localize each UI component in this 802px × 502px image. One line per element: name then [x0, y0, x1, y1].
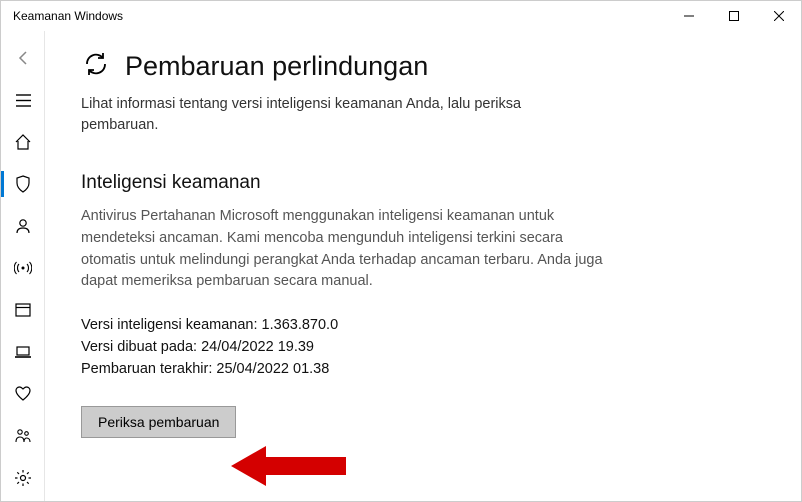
check-updates-button[interactable]: Periksa pembaruan [81, 406, 236, 438]
app-window-icon [14, 301, 32, 319]
sidebar-item-device-health[interactable] [1, 373, 45, 415]
page-title: Pembaruan perlindungan [125, 51, 428, 82]
window-controls [666, 1, 801, 31]
minimize-button[interactable] [666, 1, 711, 31]
back-button[interactable] [1, 37, 45, 79]
sidebar-item-app-browser[interactable] [1, 289, 45, 331]
family-icon [14, 427, 32, 445]
version-info: Versi inteligensi keamanan: 1.363.870.0 … [81, 315, 765, 380]
section-title: Inteligensi keamanan [81, 172, 765, 194]
main-content: Pembaruan perlindungan Lihat informasi t… [45, 31, 801, 501]
window-title: Keamanan Windows [13, 9, 123, 23]
minimize-icon [684, 11, 694, 21]
heart-icon [14, 385, 32, 403]
page-header: Pembaruan perlindungan [81, 49, 765, 84]
laptop-icon [14, 343, 32, 361]
sidebar [1, 31, 45, 501]
created-line: Versi dibuat pada: 24/04/2022 19.39 [81, 337, 765, 359]
sidebar-item-account-protection[interactable] [1, 205, 45, 247]
page-subtitle: Lihat informasi tentang versi inteligens… [81, 94, 581, 136]
menu-button[interactable] [1, 79, 45, 121]
sidebar-item-firewall[interactable] [1, 247, 45, 289]
titlebar: Keamanan Windows [1, 1, 801, 31]
person-icon [14, 217, 32, 235]
section-description: Antivirus Pertahanan Microsoft menggunak… [81, 206, 611, 293]
close-icon [774, 11, 784, 21]
maximize-icon [729, 11, 739, 21]
shield-icon [14, 175, 32, 193]
home-icon [14, 133, 32, 151]
maximize-button[interactable] [711, 1, 756, 31]
sidebar-item-home[interactable] [1, 121, 45, 163]
network-icon [14, 259, 32, 277]
close-button[interactable] [756, 1, 801, 31]
sidebar-item-virus-protection[interactable] [1, 163, 45, 205]
sidebar-item-device-security[interactable] [1, 331, 45, 373]
gear-icon [14, 469, 32, 487]
updated-line: Pembaruan terakhir: 25/04/2022 01.38 [81, 359, 765, 381]
sidebar-item-settings[interactable] [1, 457, 45, 499]
sync-icon [81, 49, 111, 84]
back-arrow-icon [14, 49, 32, 67]
version-line: Versi inteligensi keamanan: 1.363.870.0 [81, 315, 765, 337]
hamburger-icon [15, 92, 32, 109]
sidebar-item-family-options[interactable] [1, 415, 45, 457]
